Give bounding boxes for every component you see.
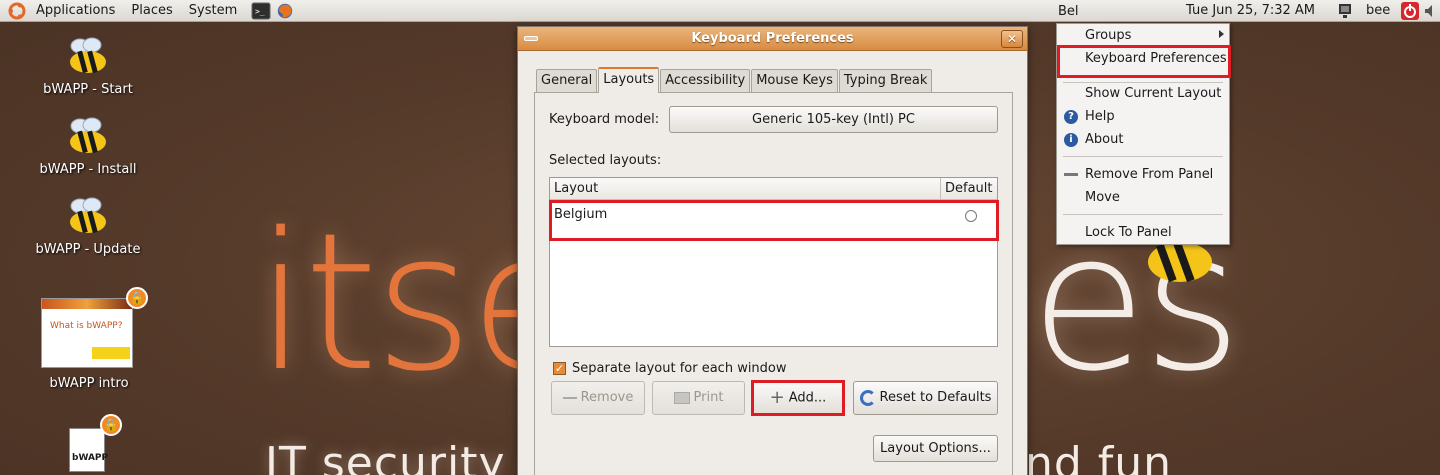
reset-label: Reset to Defaults	[879, 390, 992, 405]
menu-separator	[1063, 82, 1223, 83]
tab-accessibility[interactable]: Accessibility	[660, 69, 751, 92]
menu-item-groups[interactable]: Groups	[1085, 28, 1131, 43]
remove-panel-icon	[1064, 173, 1078, 176]
bee-icon	[70, 37, 106, 74]
window-menu-icon[interactable]	[524, 36, 538, 41]
ubuntu-logo-icon[interactable]	[8, 2, 26, 20]
print-button[interactable]: Print	[652, 381, 745, 415]
keyboard-preferences-dialog: Keyboard Preferences ✕ General Layouts A…	[517, 26, 1028, 475]
thumb-title: What is bWAPP?	[50, 321, 123, 331]
desktop-icon-label: bWAPP - Update	[35, 242, 141, 257]
refresh-icon	[859, 389, 876, 406]
lock-badge-icon: 🔒	[100, 414, 122, 436]
firefox-icon[interactable]	[275, 2, 295, 20]
reset-defaults-button[interactable]: Reset to Defaults	[853, 381, 998, 415]
about-icon: i	[1064, 133, 1078, 147]
menu-item-remove-from-panel[interactable]: Remove From Panel	[1085, 167, 1213, 182]
dialog-titlebar[interactable]: Keyboard Preferences ✕	[518, 27, 1027, 51]
file-icon-label: bWAPP	[72, 453, 109, 463]
tab-general[interactable]: General	[536, 69, 598, 92]
svg-text:>_: >_	[255, 7, 265, 16]
keyboard-model-button[interactable]: Generic 105-key (Intl) PC	[669, 106, 998, 133]
network-icon[interactable]	[1336, 2, 1354, 20]
menu-item-move[interactable]: Move	[1085, 190, 1120, 205]
keyboard-model-value: Generic 105-key (Intl) PC	[752, 112, 915, 127]
selected-layouts-label: Selected layouts:	[549, 153, 662, 168]
desktop-icon-label: bWAPP - Install	[39, 162, 137, 177]
column-header-default[interactable]: Default	[940, 178, 998, 199]
power-icon[interactable]	[1400, 1, 1420, 21]
panel-user[interactable]: bee	[1366, 3, 1390, 18]
lock-badge-icon: 🔒	[126, 287, 148, 309]
menu-item-help[interactable]: Help	[1085, 109, 1115, 124]
desktop-icon-bwapp-update[interactable]: bWAPP - Update	[28, 196, 148, 257]
help-icon: ?	[1064, 110, 1078, 124]
thumb-banner	[42, 299, 132, 309]
tab-layouts[interactable]: Layouts	[598, 67, 660, 93]
terminal-icon[interactable]: >_	[251, 2, 271, 20]
wallpaper-subtext-left: IT security e	[265, 438, 549, 475]
desktop-icon-bwapp-intro[interactable]: bWAPP intro	[29, 374, 149, 391]
highlight-add-button	[751, 380, 845, 416]
layout-options-label: Layout Options...	[880, 441, 991, 456]
dialog-title: Keyboard Preferences	[691, 31, 854, 46]
thumb-bar	[92, 347, 130, 359]
desktop-icon-bwapp-file[interactable]: bWAPP	[69, 428, 109, 472]
desktop-icon-label: bWAPP - Start	[43, 82, 133, 97]
menu-separator	[1063, 214, 1223, 215]
indicator-context-menu: Groups Keyboard Preferences Show Current…	[1056, 23, 1231, 245]
submenu-arrow-icon	[1219, 30, 1224, 38]
printer-icon	[673, 391, 690, 404]
print-label: Print	[693, 390, 724, 405]
layout-options-button[interactable]: Layout Options...	[873, 435, 998, 462]
top-panel: Applications Places System >_ Bel Tue Ju…	[0, 0, 1440, 22]
menu-places[interactable]: Places	[125, 3, 178, 18]
panel-clock[interactable]: Tue Jun 25, 7:32 AM	[1186, 3, 1315, 18]
menu-item-lock-to-panel[interactable]: Lock To Panel	[1085, 225, 1172, 240]
close-icon[interactable]: ✕	[1001, 30, 1023, 48]
dialog-tabs: General Layouts Accessibility Mouse Keys…	[536, 67, 933, 93]
minus-icon	[562, 396, 577, 399]
menu-item-show-current-layout[interactable]: Show Current Layout	[1085, 86, 1221, 101]
desktop-icon-label: bWAPP intro	[49, 376, 129, 391]
menu-applications[interactable]: Applications	[30, 3, 121, 18]
keyboard-layout-indicator[interactable]: Bel	[1058, 0, 1079, 22]
separate-layout-checkbox-row[interactable]: ✓ Separate layout for each window	[553, 361, 787, 376]
menu-item-about[interactable]: About	[1085, 132, 1123, 147]
separate-layout-checkbox[interactable]: ✓	[553, 362, 566, 375]
keyboard-model-label: Keyboard model:	[549, 112, 660, 127]
highlight-belgium-row	[549, 200, 999, 241]
desktop-icon-bwapp-install[interactable]: bWAPP - Install	[28, 116, 148, 177]
bee-icon	[70, 117, 106, 154]
highlight-keyboard-preferences	[1057, 45, 1231, 78]
layouts-list-header: Layout Default	[550, 178, 997, 200]
menu-system[interactable]: System	[183, 3, 243, 18]
remove-label: Remove	[580, 390, 634, 405]
column-header-layout[interactable]: Layout	[554, 181, 598, 196]
bwapp-intro-thumbnail[interactable]: What is bWAPP?	[41, 298, 133, 368]
tab-mouse-keys[interactable]: Mouse Keys	[751, 69, 838, 92]
desktop-icon-bwapp-start[interactable]: bWAPP - Start	[28, 36, 148, 97]
separate-layout-label: Separate layout for each window	[572, 361, 787, 376]
bee-icon	[70, 197, 106, 234]
layouts-tab-page: Keyboard model: Generic 105-key (Intl) P…	[534, 92, 1013, 475]
volume-icon[interactable]	[1423, 3, 1439, 19]
wallpaper-subtext-right: nd fun	[1025, 438, 1173, 475]
remove-button[interactable]: Remove	[551, 381, 645, 415]
tab-typing-break[interactable]: Typing Break	[838, 69, 933, 92]
menu-separator	[1063, 156, 1223, 157]
